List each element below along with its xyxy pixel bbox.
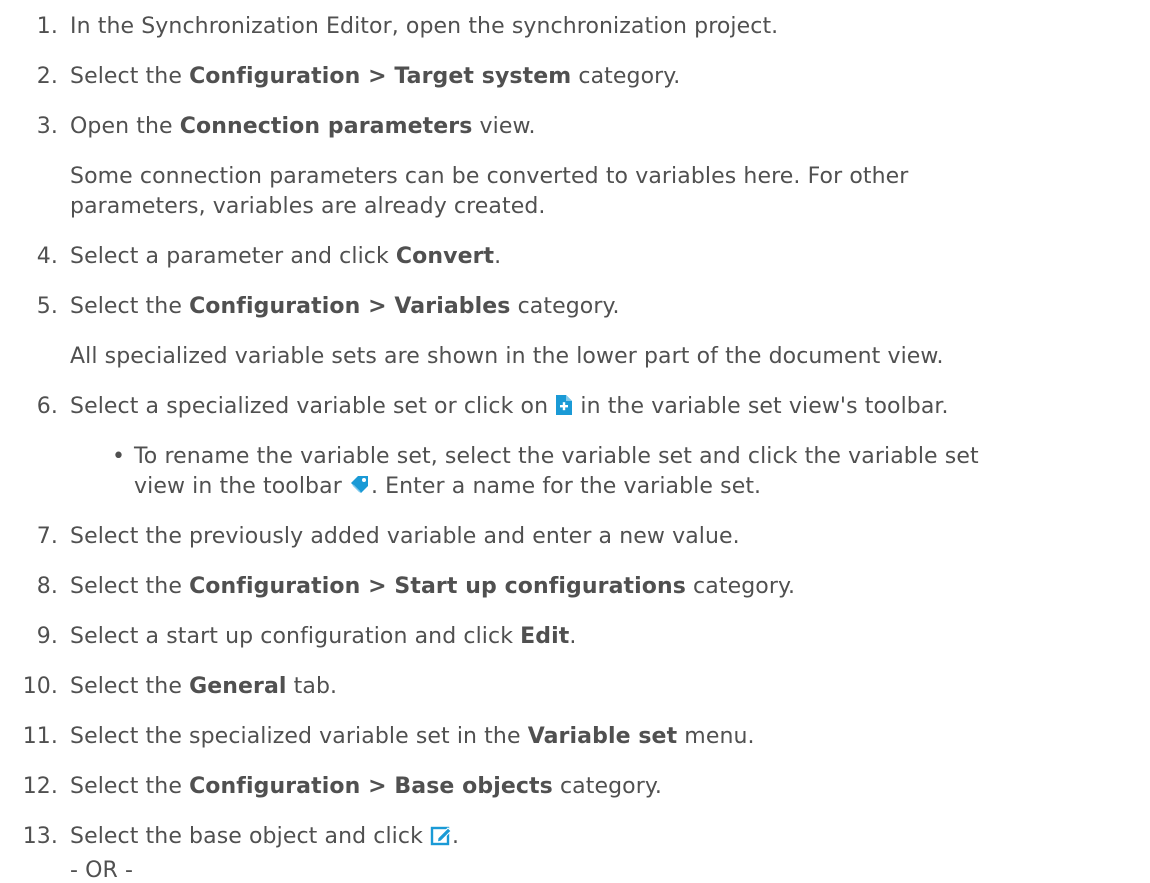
step-text: Select the Configuration > Variables cat…	[70, 294, 620, 319]
step-12: 12. Select the Configuration > Base obje…	[0, 774, 1150, 804]
menu-name-bold: Variable set	[527, 724, 678, 749]
step-number: 13.	[22, 824, 58, 849]
step-text-post: category.	[552, 774, 662, 799]
step-number: 11.	[22, 724, 58, 749]
step-text: Select the Configuration > Target system…	[70, 64, 680, 89]
view-name-bold: Connection parameters	[179, 114, 473, 139]
step-number: 2.	[36, 64, 58, 89]
step-text: Open the Connection parameters view.	[70, 114, 536, 139]
step-text-pre: Select a specialized variable set or cli…	[70, 394, 556, 419]
step-text-pre: Select the	[70, 294, 190, 319]
step-2: 2. Select the Configuration > Target sys…	[0, 64, 1150, 94]
step-5: 5. Select the Configuration > Variables …	[0, 294, 1150, 324]
step-number: 5.	[36, 294, 58, 319]
step-text: Select the previously added variable and…	[70, 524, 740, 549]
add-variable-set-icon	[555, 394, 573, 422]
step-text-pre: Select the	[70, 774, 190, 799]
step-text: Select the base object and click .	[70, 824, 459, 852]
step-text-pre: Select the	[70, 64, 190, 89]
step-text-post: view.	[472, 114, 536, 139]
step-8: 8. Select the Configuration > Start up c…	[0, 574, 1150, 604]
instruction-document: 1. In the Synchronization Editor, open t…	[0, 0, 1150, 883]
step-number: 6.	[36, 394, 58, 419]
step-5-note: All specialized variable sets are shown …	[70, 344, 944, 369]
ui-path-bold: Configuration > Target system	[189, 64, 572, 89]
step-text-post: .	[452, 824, 460, 849]
step-number: 7.	[36, 524, 58, 549]
bullet-text-post: . Enter a name for the variable set.	[370, 474, 762, 499]
step-number: 10.	[22, 674, 58, 699]
step-text-pre: Select a parameter and click	[70, 244, 396, 269]
rename-tag-icon	[349, 474, 371, 502]
step-text-pre: Select the	[70, 674, 190, 699]
step-text-post: in the variable set view's toolbar.	[573, 394, 949, 419]
step-number: 8.	[36, 574, 58, 599]
step-6-bullet-line-2: view in the toolbar . Enter a name for t…	[134, 474, 761, 502]
step-13: 13. Select the base object and click .	[0, 824, 1150, 854]
step-text-post: category.	[571, 64, 681, 89]
bullet-text-pre: view in the toolbar	[134, 474, 349, 499]
step-text-post: tab.	[286, 674, 338, 699]
step-text: Select a start up configuration and clic…	[70, 624, 576, 649]
ui-path-bold: Configuration > Variables	[189, 294, 511, 319]
step-10: 10. Select the General tab.	[0, 674, 1150, 704]
step-text: Select a specialized variable set or cli…	[70, 394, 949, 422]
step-9: 9. Select a start up configuration and c…	[0, 624, 1150, 654]
step-text-post: category.	[685, 574, 796, 599]
step-3-note-line-2: parameters, variables are already create…	[70, 194, 546, 219]
button-name-bold: Edit	[520, 624, 570, 649]
step-text: Select the specialized variable set in t…	[70, 724, 755, 749]
ui-path-bold: Configuration > Start up configurations	[189, 574, 686, 599]
step-number: 1.	[36, 14, 58, 39]
edit-icon	[430, 824, 452, 852]
step-number: 3.	[36, 114, 58, 139]
step-6: 6. Select a specialized variable set or …	[0, 394, 1150, 424]
step-text-pre: Open the	[70, 114, 180, 139]
step-11: 11. Select the specialized variable set …	[0, 724, 1150, 754]
or-separator: - OR -	[70, 858, 134, 883]
ui-path-bold: Configuration > Base objects	[189, 774, 553, 799]
step-text: Select the General tab.	[70, 674, 337, 699]
step-text: In the Synchronization Editor, open the …	[70, 14, 779, 39]
step-number: 9.	[36, 624, 58, 649]
step-3-note-line-1: Some connection parameters can be conver…	[70, 164, 909, 189]
tab-name-bold: General	[189, 674, 287, 699]
step-text-pre: Select the	[70, 574, 190, 599]
step-7: 7. Select the previously added variable …	[0, 524, 1150, 554]
button-name-bold: Convert	[395, 244, 495, 269]
step-number: 12.	[22, 774, 58, 799]
step-text-pre: Select the specialized variable set in t…	[70, 724, 528, 749]
step-3: 3. Open the Connection parameters view.	[0, 114, 1150, 144]
step-text: Select a parameter and click Convert.	[70, 244, 501, 269]
step-1: 1. In the Synchronization Editor, open t…	[0, 14, 1150, 44]
step-text-post: menu.	[677, 724, 755, 749]
step-text: Select the Configuration > Start up conf…	[70, 574, 795, 599]
step-text-pre: Select a start up configuration and clic…	[70, 624, 521, 649]
step-text-pre: Select the base object and click	[70, 824, 431, 849]
step-4: 4. Select a parameter and click Convert.	[0, 244, 1150, 274]
step-text-post: category.	[510, 294, 620, 319]
step-text: Select the Configuration > Base objects …	[70, 774, 662, 799]
bullet-marker: •	[112, 444, 126, 469]
step-text-post: .	[494, 244, 502, 269]
step-text-post: .	[569, 624, 577, 649]
step-number: 4.	[36, 244, 58, 269]
step-6-bullet-line-1: To rename the variable set, select the v…	[134, 444, 979, 469]
